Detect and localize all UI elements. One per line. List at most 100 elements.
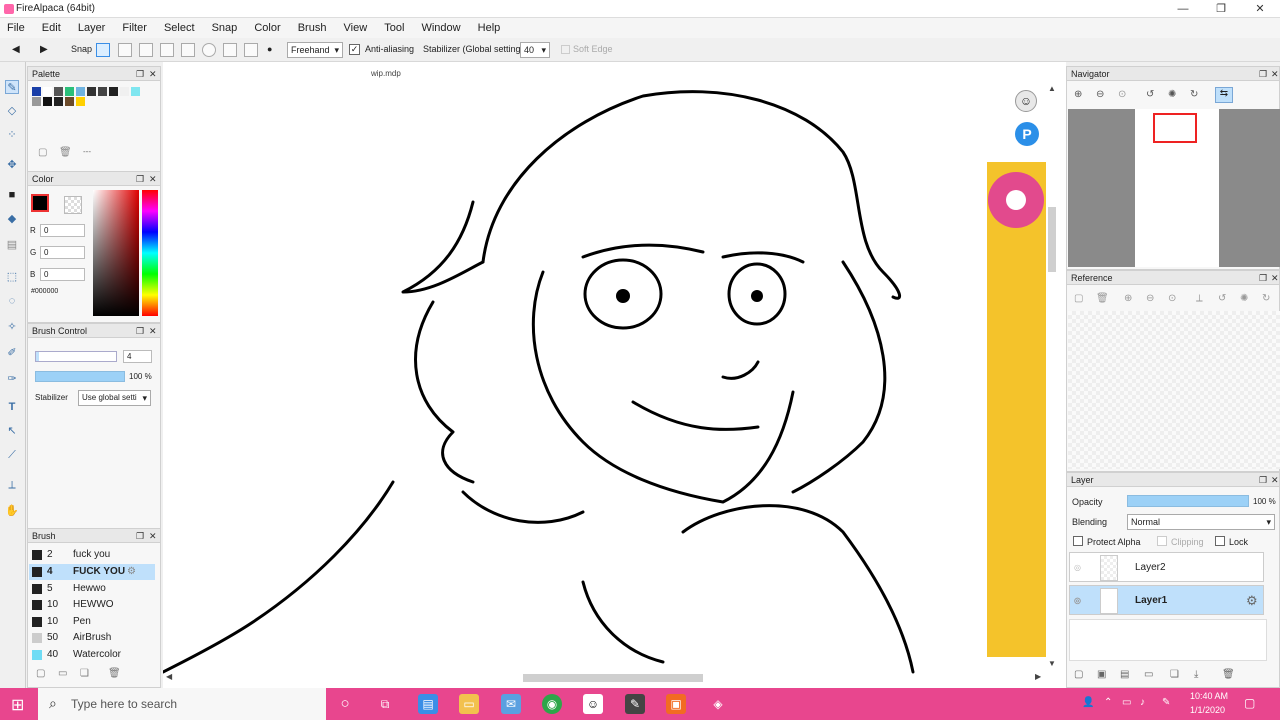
primary-color-swatch[interactable] bbox=[31, 194, 49, 212]
hand-tool-icon[interactable]: ✋ bbox=[5, 504, 19, 518]
drawing-canvas[interactable] bbox=[161, 62, 1066, 688]
protect-alpha-checkbox[interactable] bbox=[1073, 536, 1083, 546]
layer-opacity-slider[interactable] bbox=[1127, 495, 1249, 507]
layer-row-selected[interactable]: ◎ Layer1 ⚙ bbox=[1069, 585, 1264, 615]
people-icon[interactable]: 👤 bbox=[1082, 697, 1094, 708]
reference-delete-icon[interactable]: 🗑 bbox=[1096, 293, 1109, 304]
new-palette-icon[interactable]: ▢ bbox=[38, 147, 47, 158]
reference-zoom-reset-icon[interactable]: ⊙ bbox=[1168, 293, 1176, 304]
palette-swatch[interactable] bbox=[87, 87, 96, 96]
paint-app-icon[interactable]: ✎ bbox=[625, 694, 645, 714]
lock-checkbox[interactable] bbox=[1215, 536, 1225, 546]
clock-time[interactable]: 10:40 AM bbox=[1190, 691, 1228, 701]
brush-control-float-icon[interactable]: ❐ bbox=[136, 324, 144, 338]
reference-open-icon[interactable]: ▢ bbox=[1074, 293, 1083, 304]
palette-swatch[interactable] bbox=[65, 87, 74, 96]
brush-float-icon[interactable]: ❐ bbox=[136, 529, 144, 543]
brush-list-item[interactable]: 10 Pen bbox=[29, 614, 155, 630]
brush-opacity-slider[interactable] bbox=[35, 371, 125, 382]
menu-brush[interactable]: Brush bbox=[291, 18, 334, 38]
palette-swatch[interactable] bbox=[43, 87, 52, 96]
new-8bit-layer-icon[interactable]: ▣ bbox=[1097, 669, 1106, 680]
volume-icon[interactable]: ♪ bbox=[1140, 697, 1145, 708]
layer-settings-gear-icon[interactable]: ⚙ bbox=[1246, 593, 1258, 609]
maximize-button[interactable]: ❐ bbox=[1201, 0, 1241, 18]
navigator-viewport-box[interactable] bbox=[1153, 113, 1197, 143]
navigator-close-icon[interactable]: ✕ bbox=[1271, 67, 1279, 81]
select-pen-tool-icon[interactable]: ✐ bbox=[5, 346, 19, 360]
snap-vanishing-icon[interactable] bbox=[181, 43, 195, 57]
store-icon[interactable]: ▤ bbox=[418, 694, 438, 714]
horizontal-scrollbar[interactable] bbox=[523, 674, 703, 682]
pen-icon[interactable]: ✎ bbox=[1162, 697, 1170, 708]
new-1bit-layer-icon[interactable]: ▤ bbox=[1120, 669, 1129, 680]
canvas-area[interactable]: ☺ P ▲ ▼ ◀ ▶ bbox=[161, 62, 1066, 688]
zoom-out-icon[interactable]: ⊖ bbox=[1096, 89, 1104, 100]
layer-visibility-icon[interactable]: ◎ bbox=[1074, 563, 1081, 572]
file-explorer-icon[interactable]: ▭ bbox=[459, 694, 479, 714]
delete-layer-icon[interactable]: 🗑 bbox=[1222, 669, 1235, 680]
stabilizer-select[interactable]: 40 bbox=[520, 42, 550, 58]
brush-close-icon[interactable]: ✕ bbox=[149, 529, 157, 543]
select-eraser-tool-icon[interactable]: ✑ bbox=[5, 372, 19, 386]
mascot-icon[interactable]: ☺ bbox=[1015, 90, 1037, 112]
color-float-icon[interactable]: ❐ bbox=[136, 172, 144, 186]
document-tab[interactable]: wip.mdp bbox=[371, 69, 401, 78]
vertical-scrollbar[interactable] bbox=[1048, 207, 1056, 272]
palette-swatch[interactable] bbox=[98, 87, 107, 96]
palette-swatch[interactable] bbox=[76, 97, 85, 106]
saturation-value-picker[interactable] bbox=[93, 190, 139, 316]
minimize-button[interactable]: — bbox=[1163, 0, 1203, 18]
brush-settings-gear-icon[interactable]: ⚙ bbox=[127, 564, 136, 580]
menu-tool[interactable]: Tool bbox=[377, 18, 411, 38]
reference-view[interactable] bbox=[1068, 311, 1280, 469]
next-icon[interactable]: ▶ bbox=[40, 44, 48, 55]
pixiv-icon[interactable]: P bbox=[1015, 122, 1039, 146]
add-brush-icon[interactable]: ▢ bbox=[36, 668, 45, 679]
rotate-right-icon[interactable]: ↻ bbox=[1190, 89, 1198, 100]
notification-icon[interactable]: ▢ bbox=[1244, 696, 1255, 710]
menu-file[interactable]: File bbox=[0, 18, 32, 38]
palette-swatch[interactable] bbox=[54, 97, 63, 106]
menu-layer[interactable]: Layer bbox=[71, 18, 113, 38]
clipping-checkbox[interactable] bbox=[1157, 536, 1167, 546]
new-layer-icon[interactable]: ▢ bbox=[1074, 669, 1083, 680]
antialias-checkbox[interactable]: ✓ bbox=[349, 44, 360, 55]
palette-options[interactable]: --- bbox=[83, 147, 91, 156]
reference-zoom-out-icon[interactable]: ⊖ bbox=[1146, 293, 1154, 304]
menu-color[interactable]: Color bbox=[247, 18, 287, 38]
rotate-left-icon[interactable]: ↺ bbox=[1146, 89, 1154, 100]
merge-down-icon[interactable]: ⤓ bbox=[1194, 669, 1198, 680]
layer-folder-icon[interactable]: ▭ bbox=[1144, 669, 1153, 680]
network-icon[interactable]: ▭ bbox=[1122, 697, 1131, 708]
alt-app-icon[interactable]: ◈ bbox=[708, 694, 728, 714]
fill-rect-tool-icon[interactable]: ■ bbox=[5, 188, 19, 202]
palette-close-icon[interactable]: ✕ bbox=[149, 67, 157, 81]
reference-zoom-in-icon[interactable]: ⊕ bbox=[1124, 293, 1132, 304]
menu-select[interactable]: Select bbox=[157, 18, 202, 38]
reference-rotate-left-icon[interactable]: ↺ bbox=[1218, 293, 1226, 304]
delete-palette-icon[interactable]: 🗑 bbox=[59, 147, 72, 158]
flip-icon[interactable]: ⇆ bbox=[1215, 87, 1233, 103]
eyedropper-tool-icon[interactable]: ⟂ bbox=[5, 478, 19, 492]
zoom-in-icon[interactable]: ⊕ bbox=[1074, 89, 1082, 100]
brush-size-field[interactable]: 4 bbox=[123, 350, 152, 363]
text-tool-icon[interactable]: T bbox=[5, 400, 19, 414]
menu-edit[interactable]: Edit bbox=[35, 18, 68, 38]
taskbar-search[interactable]: ⌕ Type here to search bbox=[38, 688, 326, 720]
firealpaca-icon[interactable]: ☺ bbox=[583, 694, 603, 714]
menu-window[interactable]: Window bbox=[414, 18, 467, 38]
palette-swatch[interactable] bbox=[43, 97, 52, 106]
brush-folder-icon[interactable]: ▭ bbox=[58, 668, 67, 679]
scroll-down-icon[interactable]: ▼ bbox=[1048, 659, 1056, 668]
duplicate-layer-icon[interactable]: ❏ bbox=[1170, 669, 1179, 680]
task-view-icon[interactable]: ⧉ bbox=[375, 694, 395, 714]
reference-eyedropper-icon[interactable]: ⟂ bbox=[1196, 293, 1203, 304]
menu-view[interactable]: View bbox=[337, 18, 375, 38]
dot-tool-icon[interactable]: ⁘ bbox=[5, 128, 19, 142]
menu-snap[interactable]: Snap bbox=[205, 18, 245, 38]
freehand-select[interactable]: Freehand bbox=[287, 42, 343, 58]
operation-tool-icon[interactable]: ↖ bbox=[5, 424, 19, 438]
brush-list-item[interactable]: 5 Hewwo bbox=[29, 581, 155, 597]
clock-date[interactable]: 1/1/2020 bbox=[1190, 705, 1225, 715]
